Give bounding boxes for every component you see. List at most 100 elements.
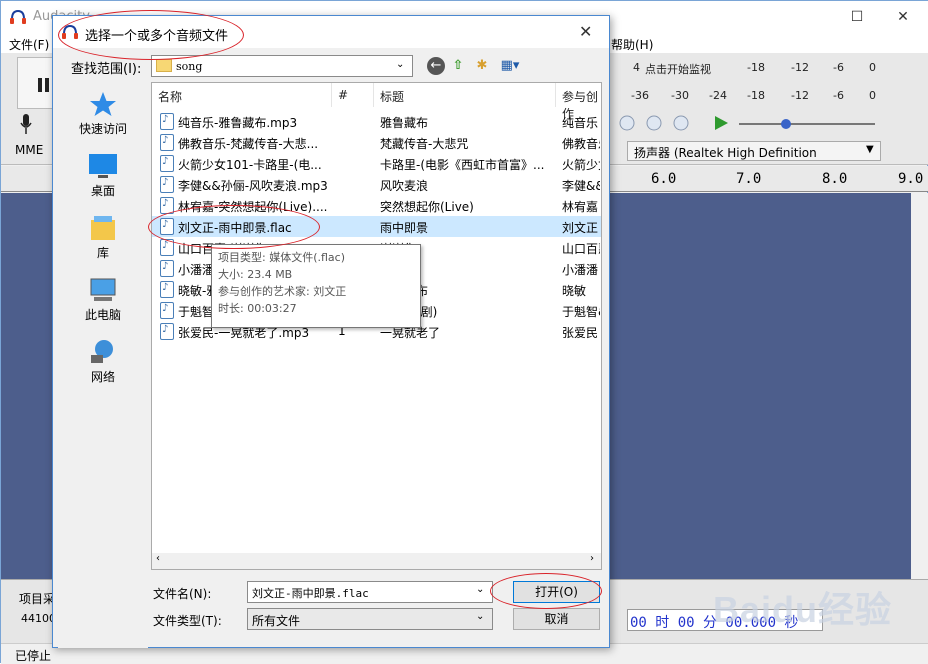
file-artist: 林宥嘉	[562, 200, 599, 214]
project-rate-label: 项目采	[19, 592, 56, 606]
close-icon[interactable]: ✕	[579, 22, 592, 41]
place-desktop[interactable]: 桌面	[58, 148, 148, 208]
audio-file-icon	[160, 281, 174, 298]
audio-file-icon	[160, 239, 174, 256]
timeline-tick: 9.0	[898, 171, 924, 187]
audacity-logo-icon	[10, 9, 26, 24]
close-icon[interactable]: ✕	[893, 9, 913, 25]
view-menu-icon[interactable]: ▦▾	[497, 57, 523, 75]
output-device-label: 扬声器 (Realtek High Definition	[634, 146, 817, 160]
file-row[interactable]: 林宥嘉-突然想起你(Live).... 突然想起你(Live) 林宥嘉	[152, 195, 601, 216]
record-meter[interactable]: -36 -30 -24 -18 -12 -6 0	[611, 89, 928, 107]
project-rate-value[interactable]: 44100	[21, 612, 56, 625]
file-row[interactable]: 火箭少女101-卡路里-(电... 卡路里-(电影《西虹市首富》... 火箭少女	[152, 153, 601, 174]
watermark: Baidu经验	[713, 589, 893, 630]
zoom-tools[interactable]	[617, 113, 707, 135]
file-name: 佛教音乐-梵藏传音-大悲...	[178, 137, 319, 151]
dialog-title: 选择一个或多个音频文件	[85, 29, 229, 44]
menu-file[interactable]: 文件(F)	[9, 36, 49, 53]
microphone-icon[interactable]	[19, 113, 33, 135]
file-artist: 山口百惠	[562, 242, 600, 256]
menu-help[interactable]: 帮助(H)	[611, 36, 653, 53]
audio-file-icon	[160, 176, 174, 193]
file-artist: 李健&&	[562, 179, 600, 193]
look-in-value: song	[176, 60, 203, 73]
filename-label: 文件名(N):	[153, 587, 212, 601]
file-artist: 火箭少女	[562, 158, 600, 172]
file-artist: 刘文正	[562, 221, 599, 235]
column-header-title[interactable]: 标题	[374, 83, 556, 107]
open-file-dialog: 选择一个或多个音频文件 ✕ 查找范围(I): song ⌄ ← ⇧ ✱ ▦▾ 快…	[52, 15, 610, 648]
play-speed-slider[interactable]	[739, 119, 875, 129]
audio-file-icon	[160, 113, 174, 130]
file-title: 梵藏传音-大悲咒	[380, 137, 469, 151]
filetype-select[interactable]: 所有文件 ⌄	[247, 608, 493, 630]
timeline-tick: 8.0	[822, 171, 848, 187]
audio-file-icon	[160, 155, 174, 172]
file-row[interactable]: 纯音乐-雅鲁藏布.mp3 雅鲁藏布 纯音乐	[152, 111, 601, 132]
audacity-logo-icon	[62, 24, 78, 39]
place-library[interactable]: 库	[58, 210, 148, 270]
network-icon	[91, 340, 113, 363]
file-name: 李健&&孙俪-风吹麦浪.mp3	[178, 179, 328, 193]
file-title: 风吹麦浪	[380, 179, 429, 193]
audio-file-icon	[160, 260, 174, 277]
dialog-titlebar: 选择一个或多个音频文件 ✕	[53, 16, 609, 48]
file-name: 林宥嘉-突然想起你(Live)....	[178, 200, 328, 214]
maximize-icon[interactable]: ☐	[847, 9, 867, 25]
chevron-down-icon: ⌄	[396, 59, 405, 70]
column-header-artist[interactable]: 参与创作	[556, 83, 601, 121]
library-icon	[91, 216, 115, 240]
place-this-pc[interactable]: 此电脑	[58, 272, 148, 332]
folder-icon	[156, 59, 172, 72]
file-artist: 张爱民	[562, 326, 599, 340]
column-header-number[interactable]: #	[332, 83, 374, 107]
back-icon[interactable]: ←	[427, 57, 445, 75]
file-name: 火箭少女101-卡路里-(电...	[178, 158, 322, 172]
look-in-select[interactable]: song ⌄	[151, 55, 413, 77]
vertical-scrollbar[interactable]	[911, 193, 928, 579]
playback-meter[interactable]: 4 点击开始监视 -18 -12 -6 0	[611, 61, 928, 79]
place-quick-access[interactable]: 快速访问	[58, 86, 148, 146]
pause-button[interactable]	[17, 57, 53, 109]
file-tooltip: 项目类型: 媒体文件(.flac) 大小: 23.4 MB 参与创作的艺术家: …	[211, 244, 421, 328]
desktop-icon	[89, 154, 117, 178]
file-artist: 于魁智&	[562, 305, 600, 319]
open-button[interactable]: 打开(O)	[513, 581, 600, 603]
host-select[interactable]: MME	[15, 143, 55, 163]
file-title: 卡路里-(电影《西虹市首富》...	[380, 158, 545, 172]
look-in-label: 查找范围(I):	[71, 62, 142, 77]
chevron-down-icon: ⌄	[476, 611, 485, 622]
scroll-right-icon[interactable]: ›	[590, 553, 594, 564]
file-name: 刘文正-雨中即景.flac	[178, 221, 292, 235]
file-title: 雅鲁藏布	[380, 116, 429, 130]
scroll-left-icon[interactable]: ‹	[156, 553, 160, 564]
audio-file-icon	[160, 302, 174, 319]
up-folder-icon[interactable]: ⇧	[449, 57, 467, 75]
file-title: 突然想起你(Live)	[380, 200, 474, 214]
timeline-tick: 6.0	[651, 171, 677, 187]
file-title: 雨中即景	[380, 221, 429, 235]
timeline-tick: 7.0	[736, 171, 762, 187]
audio-file-icon	[160, 323, 174, 340]
star-icon	[90, 92, 116, 116]
file-artist: 纯音乐	[562, 116, 599, 130]
filename-input[interactable]: 刘文正-雨中即景.flac ⌄	[247, 581, 493, 603]
new-folder-icon[interactable]: ✱	[473, 57, 491, 75]
cancel-button[interactable]: 取消	[513, 608, 600, 630]
file-row[interactable]: 李健&&孙俪-风吹麦浪.mp3 风吹麦浪 李健&&	[152, 174, 601, 195]
computer-icon	[90, 278, 116, 301]
file-row[interactable]: 刘文正-雨中即景.flac 雨中即景 刘文正	[152, 216, 601, 237]
file-artist: 佛教音乐	[562, 137, 600, 151]
host-label: MME	[15, 143, 44, 157]
play-at-speed-icon[interactable]	[711, 113, 731, 133]
audio-file-icon	[160, 197, 174, 214]
file-name: 纯音乐-雅鲁藏布.mp3	[178, 116, 298, 130]
audio-file-icon	[160, 134, 174, 151]
horizontal-scrollbar[interactable]: ‹ ›	[152, 553, 601, 569]
audio-file-icon	[160, 218, 174, 235]
output-device-select[interactable]: 扬声器 (Realtek High Definition ▼	[627, 141, 881, 161]
place-network[interactable]: 网络	[58, 334, 148, 394]
file-row[interactable]: 佛教音乐-梵藏传音-大悲... 梵藏传音-大悲咒 佛教音乐	[152, 132, 601, 153]
sort-up-icon: ^	[236, 82, 244, 90]
